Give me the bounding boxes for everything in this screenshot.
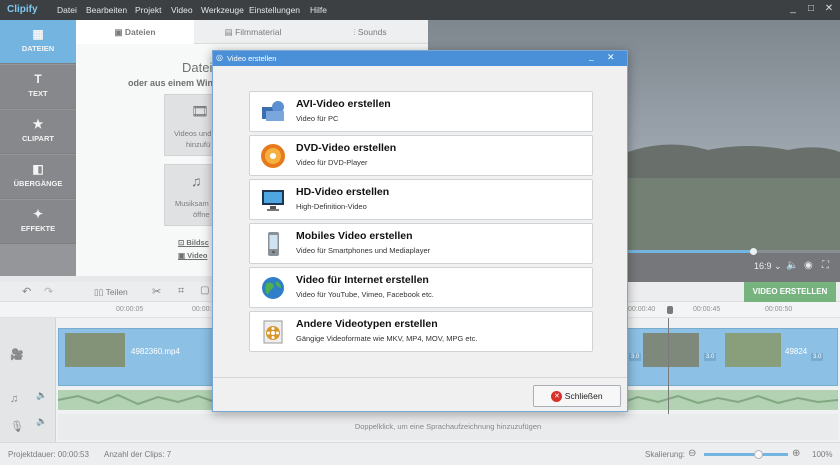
menu-werkzeuge[interactable]: Werkzeuge [201,5,244,15]
close-circle-icon: ✕ [551,391,563,403]
option-subtitle: Video für PC [296,114,339,123]
dialog-divider [213,377,627,378]
option-title: HD-Video erstellen [296,186,390,198]
close-dialog-button[interactable]: ✕ Schließen [533,385,621,407]
create-video-dialog: ◎ Video erstellen _ ✕ AVI-Video erstelle… [212,50,628,412]
option-other[interactable]: Andere Videotypen erstellen Gängige Vide… [249,311,593,352]
dialog-minimize-button[interactable]: _ [589,52,593,61]
option-dvd[interactable]: DVD-Video erstellen Video für DVD-Player [249,135,593,176]
option-title: DVD-Video erstellen [296,142,397,154]
dialog-title: Video erstellen [227,54,277,63]
minimize-button[interactable]: _ [786,3,800,14]
mobile-phone-icon [268,232,279,256]
hd-monitor-icon [262,190,284,211]
option-internet[interactable]: Video für Internet erstellen Video für Y… [249,267,593,308]
maximize-button[interactable]: □ [804,3,818,14]
option-title: Andere Videotypen erstellen [296,318,438,330]
menu-video[interactable]: Video [171,5,193,15]
title-bar: Clipify Datei Bearbeiten Projekt Video W… [0,0,840,20]
option-subtitle: High-Definition-Video [296,202,367,211]
close-label: Schließen [564,391,603,401]
film-reel-icon [263,320,283,344]
dvd-disc-icon [261,144,285,168]
option-subtitle: Video für Smartphones und Mediaplayer [296,246,431,255]
dialog-title-bar: ◎ Video erstellen _ ✕ [213,51,627,66]
dialog-close-button[interactable]: ✕ [607,52,615,63]
app-logo: Clipify [7,4,38,15]
menu-bearbeiten[interactable]: Bearbeiten [86,5,127,15]
option-title: Video für Internet erstellen [296,274,429,286]
option-mobile[interactable]: Mobiles Video erstellen Video für Smartp… [249,223,593,264]
option-subtitle: Video für YouTube, Vimeo, Facebook etc. [296,290,434,299]
menu-hilfe[interactable]: Hilfe [310,5,327,15]
option-avi[interactable]: AVI-Video erstellen Video für PC [249,91,593,132]
globe-icon [262,277,284,299]
option-hd[interactable]: HD-Video erstellen High-Definition-Video [249,179,593,220]
avi-video-icon [262,101,284,121]
menu-datei[interactable]: Datei [57,5,77,15]
option-subtitle: Video für DVD-Player [296,158,368,167]
option-title: Mobiles Video erstellen [296,230,413,242]
menu-projekt[interactable]: Projekt [135,5,161,15]
option-subtitle: Gängige Videoformate wie MKV, MP4, MOV, … [296,334,478,343]
menu-einstellungen[interactable]: Einstellungen [249,5,300,15]
app-small-icon: ◎ [216,53,223,62]
close-window-button[interactable]: ✕ [822,3,836,14]
option-title: AVI-Video erstellen [296,98,391,110]
